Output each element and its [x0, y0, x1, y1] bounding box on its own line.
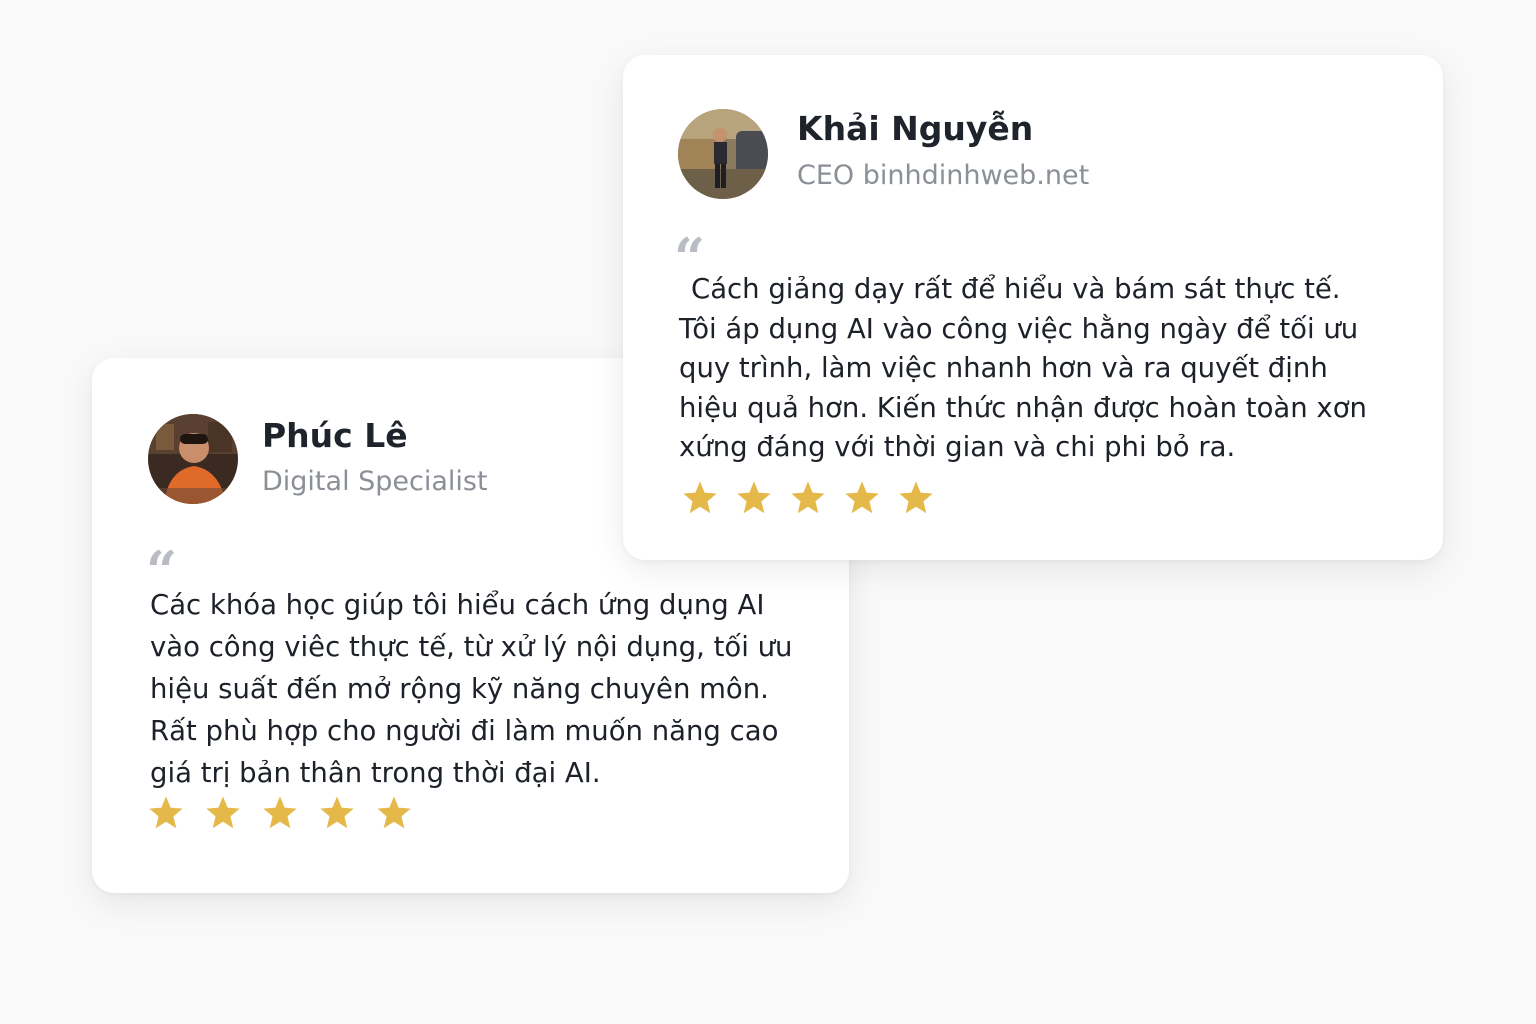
star-rating: [681, 479, 935, 517]
testimonial-card-khai-nguyen: Khải Nguyễn CEO binhdinhweb.net “ Cách g…: [623, 55, 1443, 560]
star-icon: [377, 796, 411, 829]
avatar-phuc-le: [148, 414, 238, 504]
star-icon: [263, 796, 297, 829]
review-line: xứng đáng với thời gian và chi phi bỏ ra…: [679, 431, 1236, 463]
review-line: Cách giảng dạy rất để hiểu và bám sát th…: [691, 273, 1341, 305]
star-icon: [149, 796, 183, 829]
review-line: Các khóa học giúp tôi hiểu cách ứng dụng…: [150, 589, 765, 621]
review-text: Các khóa học giúp tôi hiểu cách ứng dụng…: [150, 584, 792, 794]
star-rating: [147, 794, 413, 832]
review-line: Tôi áp dụng AI vào công việc hằng ngày đ…: [679, 312, 1359, 345]
review-text: Cách giảng dạy rất để hiểu và bám sát th…: [679, 270, 1367, 468]
review-line: vào công viêc thực tế, từ xử lý nội dụng…: [150, 631, 793, 663]
star-icon: [791, 481, 825, 514]
reviewer-role: Digital Specialist: [262, 466, 488, 497]
review-line: quy trình, làm việc nhanh hơn và ra quyế…: [679, 352, 1328, 384]
review-line: giá trị bản thân trong thời đại AI.: [150, 757, 601, 789]
star-icon: [845, 481, 879, 514]
review-line: Rất phù hợp cho người đi làm muốn năng c…: [150, 715, 779, 747]
review-line: hiệu suất đến mở rộng kỹ năng chuyên môn…: [150, 673, 769, 705]
reviewer-name: Phúc Lê: [262, 416, 408, 455]
star-icon: [683, 481, 717, 514]
star-icon: [899, 481, 933, 514]
review-line: hiệu quả hơn. Kiến thức nhận được hoàn t…: [679, 391, 1367, 424]
star-icon: [320, 796, 354, 829]
star-icon: [206, 796, 240, 829]
reviewer-role: CEO binhdinhweb.net: [797, 160, 1090, 191]
reviewer-name: Khải Nguyễn: [797, 109, 1034, 148]
star-icon: [737, 481, 771, 514]
avatar-khai-nguyen: [678, 109, 768, 199]
